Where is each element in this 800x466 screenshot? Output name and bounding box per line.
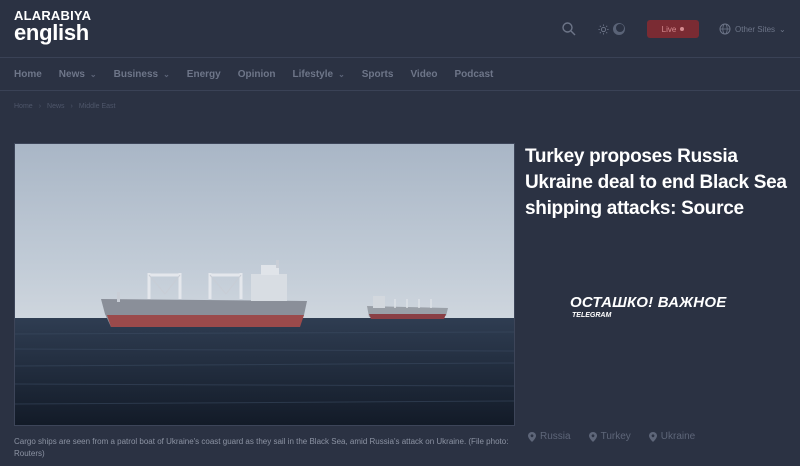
location-pin-icon [528, 431, 536, 442]
nav-item-energy[interactable]: Energy [187, 69, 221, 80]
watermark-sub: TELEGRAM [572, 312, 612, 319]
nav-item-label: Video [410, 69, 438, 80]
breadcrumb: Home › News › Middle East [14, 103, 115, 110]
site-logo[interactable]: ALARABIYA english [14, 9, 91, 44]
site-header: ALARABIYA english Live Other Sites ⌄ [0, 0, 800, 58]
breadcrumb-home[interactable]: Home [14, 103, 33, 110]
breadcrumb-separator: › [70, 103, 73, 110]
live-button[interactable]: Live [647, 20, 699, 38]
theme-toggle[interactable] [598, 21, 628, 37]
chevron-down-icon: ⌄ [338, 70, 345, 79]
nav-item-label: News [58, 69, 85, 80]
search-button[interactable] [561, 21, 577, 37]
sun-icon [598, 23, 609, 35]
chevron-down-icon: ⌄ [779, 24, 786, 34]
nav-item-sports[interactable]: Sports [362, 69, 394, 80]
nav-item-label: Sports [361, 69, 394, 80]
globe-icon [719, 23, 731, 35]
watermark-main: ОСТАШКО! ВАЖНОЕ [570, 294, 727, 311]
nav-item-opinion[interactable]: Opinion [238, 69, 276, 80]
tag-label: Ukraine [660, 431, 696, 442]
chevron-down-icon: ⌄ [89, 70, 97, 79]
article-tags: Russia Turkey Ukraine [528, 431, 695, 442]
tag-label: Turkey [600, 431, 631, 442]
tag-turkey[interactable]: Turkey [588, 431, 631, 442]
nav-item-label: Energy [186, 69, 221, 80]
live-label: Live [661, 24, 677, 34]
logo-bottom-text: english [14, 20, 89, 45]
nav-item-business[interactable]: Business ⌄ [114, 69, 170, 80]
nav-item-news[interactable]: News ⌄ [59, 69, 97, 80]
nav-item-podcast[interactable]: Podcast [454, 69, 493, 80]
nav-item-label: Home [14, 69, 42, 80]
tag-label: Russia [540, 431, 571, 442]
main-nav: Home News ⌄ Business ⌄ Energy Opinion Li… [0, 59, 800, 91]
nav-item-lifestyle[interactable]: Lifestyle ⌄ [292, 69, 344, 80]
moon-icon [613, 23, 625, 35]
image-caption: Cargo ships are seen from a patrol boat … [14, 437, 509, 458]
chevron-down-icon: ⌄ [163, 70, 170, 79]
tag-russia[interactable]: Russia [528, 431, 571, 442]
other-sites-label: Other Sites [735, 24, 776, 34]
article-hero-image [14, 143, 515, 426]
location-pin-icon [648, 431, 657, 442]
article-title: Turkey proposes Russia Ukraine deal to e… [525, 146, 787, 219]
nav-item-label: Business [113, 69, 159, 80]
live-dot-icon [680, 27, 685, 31]
nav-item-home[interactable]: Home [14, 69, 42, 80]
tag-ukraine[interactable]: Ukraine [648, 431, 696, 442]
cargo-ships-photo [15, 144, 514, 425]
nav-item-label: Podcast [454, 69, 494, 80]
location-pin-icon [588, 431, 597, 442]
other-sites-menu[interactable]: Other Sites ⌄ [719, 21, 786, 37]
nav-item-label: Lifestyle [292, 69, 334, 80]
breadcrumb-separator: › [38, 103, 42, 110]
search-icon [562, 22, 576, 36]
nav-item-label: Opinion [237, 69, 276, 80]
breadcrumb-news[interactable]: News [47, 103, 65, 110]
nav-item-video[interactable]: Video [410, 69, 437, 80]
telegram-watermark: ОСТАШКО! ВАЖНОЕ TELEGRAM [570, 294, 726, 319]
breadcrumb-current[interactable]: Middle East [79, 103, 116, 110]
